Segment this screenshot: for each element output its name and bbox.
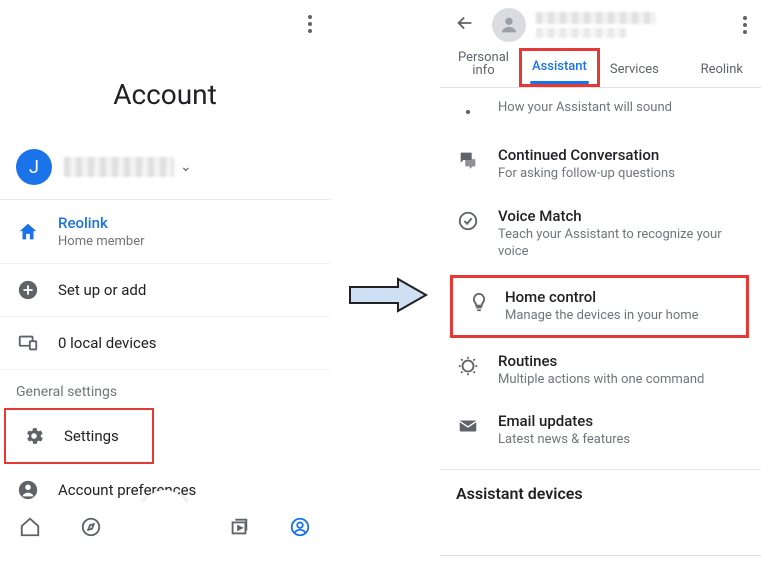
nav-account-icon[interactable] xyxy=(289,516,311,542)
more-icon[interactable] xyxy=(308,15,312,33)
page-title: Account xyxy=(0,48,330,139)
item-voice-sub: How your Assistant will sound xyxy=(498,100,672,117)
item-continued-text: Continued Conversation For asking follow… xyxy=(498,146,675,183)
settings-row[interactable]: Settings xyxy=(4,408,154,464)
item-email-updates[interactable]: Email updates Latest news & features xyxy=(440,400,761,461)
check-circle-icon xyxy=(456,209,480,233)
item-voicematch-title: Voice Match xyxy=(498,207,745,225)
account-screen: Account J ⌄ Reolink Home member Set up o… xyxy=(0,0,330,556)
setup-text: Set up or add xyxy=(58,281,146,299)
tab-services[interactable]: Services xyxy=(600,54,669,87)
more-icon[interactable] xyxy=(743,16,747,34)
avatar: J xyxy=(16,149,52,185)
devices-text: 0 local devices xyxy=(58,334,157,352)
mail-icon xyxy=(456,414,480,438)
home-row-text: Reolink Home member xyxy=(58,214,145,249)
item-voice-text: How your Assistant will sound xyxy=(498,98,672,117)
item-home-control[interactable]: Home control Manage the devices in your … xyxy=(450,275,749,338)
nav-home-icon[interactable] xyxy=(19,516,41,542)
person-icon xyxy=(16,478,40,502)
bulb-icon xyxy=(467,290,491,314)
item-continued-title: Continued Conversation xyxy=(498,146,675,164)
item-homecontrol-sub: Manage the devices in your home xyxy=(505,308,699,325)
item-routines-text: Routines Multiple actions with one comma… xyxy=(498,352,704,389)
item-continued-sub: For asking follow-up questions xyxy=(498,166,675,183)
back-icon[interactable] xyxy=(454,12,476,38)
item-routines-sub: Multiple actions with one command xyxy=(498,372,704,389)
dot-icon xyxy=(456,100,480,124)
nav-discover-icon[interactable] xyxy=(80,516,102,542)
routines-icon xyxy=(456,354,480,378)
item-homecontrol-text: Home control Manage the devices in your … xyxy=(505,288,699,325)
user-avatar[interactable] xyxy=(492,8,526,42)
settings-text: Settings xyxy=(64,427,119,445)
tabbar: Personal info Assistant Services Reolink xyxy=(440,50,761,88)
chat-icon xyxy=(456,148,480,172)
item-email-text: Email updates Latest news & features xyxy=(498,412,630,449)
assistant-settings-screen: Personal info Assistant Services Reolink… xyxy=(440,0,761,556)
setup-label: Set up or add xyxy=(58,281,146,299)
item-voicematch-sub: Teach your Assistant to recognize your v… xyxy=(498,227,745,261)
settings-label: Settings xyxy=(64,427,119,445)
assistant-devices-header: Assistant devices xyxy=(440,470,761,517)
user-name-obscured xyxy=(64,157,174,177)
tab-personal-info[interactable]: Personal info xyxy=(448,43,519,87)
item-email-title: Email updates xyxy=(498,412,630,430)
item-continued-conversation[interactable]: Continued Conversation For asking follow… xyxy=(440,134,761,195)
arrow-icon xyxy=(348,275,428,315)
tab-assistant[interactable]: Assistant xyxy=(519,48,600,87)
general-settings-header: General settings xyxy=(0,370,330,408)
bottom-nav xyxy=(0,502,330,556)
gear-icon xyxy=(22,424,46,448)
assistant-settings-list: How your Assistant will sound Continued … xyxy=(440,88,761,517)
home-role: Home member xyxy=(58,234,145,249)
add-icon xyxy=(16,278,40,302)
home-name: Reolink xyxy=(58,214,145,232)
home-icon xyxy=(16,220,40,244)
setup-row[interactable]: Set up or add xyxy=(0,264,330,317)
item-homecontrol-title: Home control xyxy=(505,288,699,306)
home-row[interactable]: Reolink Home member xyxy=(0,200,330,264)
left-topbar xyxy=(0,0,330,48)
devices-icon xyxy=(16,331,40,355)
user-row[interactable]: J ⌄ xyxy=(0,139,330,200)
item-voicematch-text: Voice Match Teach your Assistant to reco… xyxy=(498,207,745,261)
item-routines[interactable]: Routines Multiple actions with one comma… xyxy=(440,340,761,401)
devices-label: 0 local devices xyxy=(58,334,157,352)
item-assistant-voice[interactable]: How your Assistant will sound xyxy=(440,92,761,134)
item-routines-title: Routines xyxy=(498,352,704,370)
devices-row[interactable]: 0 local devices xyxy=(0,317,330,370)
user-info-obscured xyxy=(536,12,743,38)
item-email-sub: Latest news & features xyxy=(498,432,630,449)
item-voice-match[interactable]: Voice Match Teach your Assistant to reco… xyxy=(440,195,761,273)
tab-reolink[interactable]: Reolink xyxy=(691,54,753,87)
chevron-down-icon: ⌄ xyxy=(180,159,192,175)
nav-media-icon[interactable] xyxy=(228,516,250,542)
tab-personal-line2: info xyxy=(458,64,509,77)
